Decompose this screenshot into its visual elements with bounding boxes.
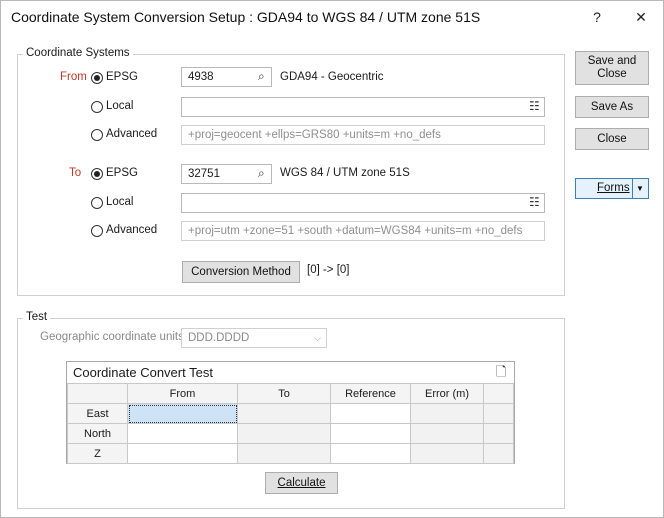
to-local-label: Local <box>106 196 134 208</box>
filler-cell <box>483 423 514 444</box>
table-picker-icon[interactable]: ☷ <box>529 99 540 113</box>
north-reference-cell[interactable] <box>330 423 411 444</box>
test-label: Test <box>23 311 51 323</box>
row-header[interactable]: North <box>67 423 128 444</box>
to-advanced-label: Advanced <box>106 224 158 236</box>
from-epsg-code: 4938 <box>188 71 214 83</box>
geo-units-value: DDD.DDDD <box>188 332 250 344</box>
from-advanced-label: Advanced <box>106 128 158 140</box>
from-local-radio[interactable] <box>91 101 103 113</box>
north-to-cell <box>237 423 331 444</box>
east-to-cell <box>237 403 331 424</box>
z-reference-cell[interactable] <box>330 443 411 464</box>
to-advanced-radio[interactable] <box>91 225 103 237</box>
to-epsg-label: EPSG <box>106 167 138 179</box>
grid-corner-header <box>67 383 128 404</box>
east-reference-cell[interactable] <box>330 403 411 424</box>
coordinate-convert-grid: Coordinate Convert Test 🗋 From To Refere… <box>66 361 515 464</box>
coordinate-systems-label: Coordinate Systems <box>23 47 133 59</box>
from-advanced-radio[interactable] <box>91 129 103 141</box>
table-picker-icon[interactable]: ☷ <box>529 195 540 209</box>
to-advanced-value: +proj=utm +zone=51 +south +datum=WGS84 +… <box>188 225 523 237</box>
to-epsg-code: 32751 <box>188 168 220 180</box>
to-epsg-radio[interactable] <box>91 168 103 180</box>
conversion-method-button[interactable]: Conversion Method <box>182 261 300 283</box>
search-icon[interactable]: ⌕ <box>258 166 265 181</box>
dialog-window: Coordinate System Conversion Setup : GDA… <box>0 0 664 518</box>
save-and-close-line1: Save and <box>587 55 637 67</box>
from-advanced-value: +proj=geocent +ellps=GRS80 +units=m +no_… <box>188 129 441 141</box>
forms-divider <box>632 179 633 198</box>
east-from-cell[interactable] <box>127 403 238 424</box>
conversion-method-value: [0] -> [0] <box>307 264 350 276</box>
to-local-input[interactable] <box>181 193 545 213</box>
north-from-cell[interactable] <box>127 423 238 444</box>
chevron-down-icon[interactable]: ▼ <box>636 179 644 198</box>
geo-units-select[interactable]: DDD.DDDD ⌵ <box>181 328 327 348</box>
row-header[interactable]: Z <box>67 443 128 464</box>
chevron-down-icon: ⌵ <box>314 333 321 343</box>
grid-column-header[interactable]: Error (m) <box>410 383 484 404</box>
east-error-cell <box>410 403 484 424</box>
from-epsg-label: EPSG <box>106 71 138 83</box>
save-as-button[interactable]: Save As <box>575 96 649 118</box>
table-row: Z <box>67 443 514 464</box>
document-icon[interactable]: 🗋 <box>496 363 506 385</box>
grid-column-header[interactable]: From <box>127 383 238 404</box>
search-icon[interactable]: ⌕ <box>258 69 265 84</box>
calculate-button[interactable]: Calculate <box>265 472 338 494</box>
from-epsg-radio[interactable] <box>91 72 103 84</box>
close-button[interactable]: Close <box>575 128 649 150</box>
filler-cell <box>483 403 514 424</box>
z-to-cell <box>237 443 331 464</box>
table-row: North <box>67 423 514 444</box>
grid-header-row: From To Reference Error (m) <box>67 383 514 404</box>
from-advanced-input[interactable]: +proj=geocent +ellps=GRS80 +units=m +no_… <box>181 125 545 145</box>
forms-button[interactable]: Forms ▼ <box>575 178 649 199</box>
geo-units-label: Geographic coordinate units <box>40 331 184 343</box>
to-advanced-input[interactable]: +proj=utm +zone=51 +south +datum=WGS84 +… <box>181 221 545 241</box>
save-and-close-button[interactable]: Save and Close <box>575 51 649 85</box>
grid-table: From To Reference Error (m) East North Z <box>67 383 514 464</box>
grid-column-header-filler <box>483 383 514 404</box>
north-error-cell <box>410 423 484 444</box>
save-and-close-line2: Close <box>597 68 627 80</box>
row-header[interactable]: East <box>67 403 128 424</box>
forms-label: Forms <box>597 182 630 194</box>
grid-column-header[interactable]: Reference <box>330 383 411 404</box>
from-epsg-name: GDA94 - Geocentric <box>280 71 384 83</box>
z-error-cell <box>410 443 484 464</box>
to-local-radio[interactable] <box>91 197 103 209</box>
close-window-button[interactable]: ✕ <box>628 7 654 27</box>
help-button[interactable]: ? <box>584 7 610 27</box>
window-title: Coordinate System Conversion Setup : GDA… <box>11 9 481 25</box>
z-from-cell[interactable] <box>127 443 238 464</box>
to-epsg-name: WGS 84 / UTM zone 51S <box>280 167 410 179</box>
from-local-label: Local <box>106 100 134 112</box>
to-label: To <box>69 167 82 179</box>
table-row: East <box>67 403 514 424</box>
grid-title: Coordinate Convert Test <box>73 365 213 380</box>
filler-cell <box>483 443 514 464</box>
from-label: From <box>60 71 87 83</box>
grid-column-header[interactable]: To <box>237 383 331 404</box>
from-local-input[interactable] <box>181 97 545 117</box>
